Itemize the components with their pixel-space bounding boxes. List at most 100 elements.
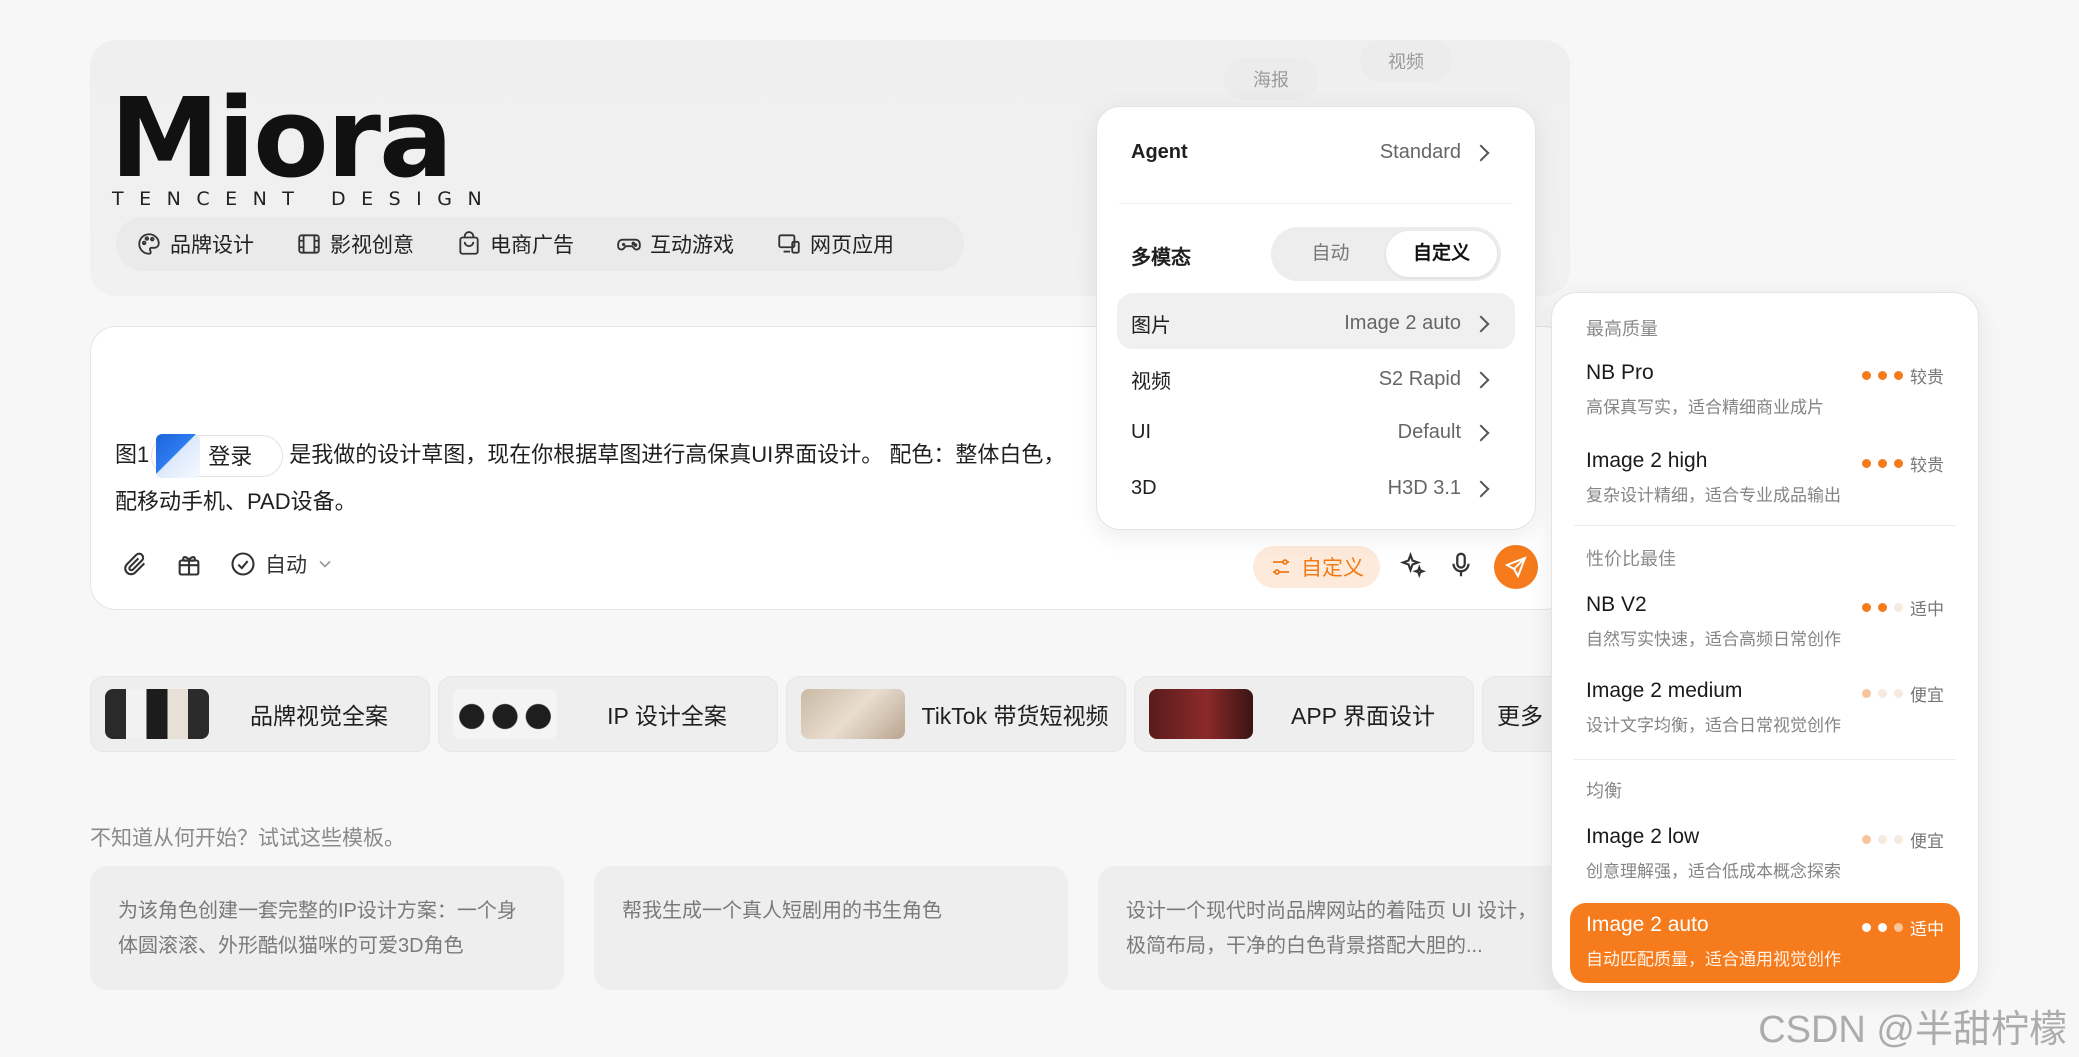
template-thumbnail xyxy=(105,689,209,739)
custom-label: 自定义 xyxy=(1301,557,1364,580)
category-tab-film[interactable]: 影视创意 xyxy=(296,229,414,259)
watermark: CSDN @半甜柠檬 xyxy=(1758,1009,2067,1051)
send-button[interactable] xyxy=(1494,545,1538,589)
model-desc: 高保真写实，适合精细商业成片 xyxy=(1586,398,1824,417)
modality-label: UI xyxy=(1131,421,1151,443)
floating-tag-video: 视频 xyxy=(1360,40,1452,82)
cost-indicator: 便宜 xyxy=(1862,827,1944,852)
agent-value: Standard xyxy=(1379,141,1461,163)
mode-select[interactable]: 自动 xyxy=(229,549,335,579)
model-desc: 自动匹配质量，适合通用视觉创作 xyxy=(1586,950,1841,969)
prompt-prefix: 图1 xyxy=(115,442,150,467)
category-tab-game[interactable]: 互动游戏 xyxy=(616,229,734,259)
model-option[interactable]: NB V2 自然写实快速，适合高频日常创作 适中 xyxy=(1586,593,1944,650)
chip-label: 登录 xyxy=(208,443,253,469)
model-option[interactable]: Image 2 low 创意理解强，适合低成本概念探索 便宜 xyxy=(1586,825,1944,882)
suggestion-card[interactable]: 设计一个现代时尚品牌网站的着陆页 UI 设计，极简布局，干净的白色背景搭配大胆的… xyxy=(1098,866,1572,990)
microphone-button[interactable] xyxy=(1446,550,1476,585)
template-label: TikTok 带货短视频 xyxy=(921,703,1109,729)
logo-tagline: TENCENT DESIGN xyxy=(112,188,498,210)
modality-value: H3D 3.1 xyxy=(1387,477,1461,499)
floating-tag-poster: 海报 xyxy=(1224,58,1318,100)
model-option[interactable]: NB Pro 高保真写实，适合精细商业成片 较贵 xyxy=(1586,361,1944,418)
category-tabs: 品牌设计 影视创意 电商广告 互动游戏 网页应用 xyxy=(116,217,964,271)
custom-settings-button[interactable]: 自定义 xyxy=(1253,546,1380,588)
cost-label: 适中 xyxy=(1910,920,1944,939)
cost-indicator: 较贵 xyxy=(1862,363,1944,388)
paperclip-icon[interactable] xyxy=(121,550,149,578)
divider xyxy=(1574,759,1956,760)
prompt-text[interactable]: 图1 登录 是我做的设计草图，现在你根据草图进行高保真UI界面设计。 配色：整体白色… xyxy=(115,431,1155,525)
reference-image-chip[interactable]: 登录 xyxy=(151,434,284,479)
modality-value: S2 Rapid xyxy=(1378,368,1461,390)
film-icon xyxy=(298,234,320,254)
sliders-icon xyxy=(1273,559,1289,575)
category-label: 网页应用 xyxy=(810,234,894,257)
devices-icon xyxy=(778,234,800,254)
seg-auto[interactable]: 自动 xyxy=(1275,231,1386,277)
modality-row-video[interactable]: 视频 S2 Rapid xyxy=(1131,365,1491,394)
agent-row[interactable]: Agent Standard xyxy=(1131,141,1491,164)
template-card[interactable]: IP 设计全案 xyxy=(438,676,778,752)
modality-label: 视频 xyxy=(1131,371,1171,393)
cost-indicator: 便宜 xyxy=(1862,681,1944,706)
divider xyxy=(1119,203,1513,204)
template-thumbnail xyxy=(1149,689,1253,739)
cost-label: 适中 xyxy=(1910,600,1944,619)
chevron-right-icon xyxy=(1472,480,1490,497)
sparkle-button[interactable] xyxy=(1398,550,1428,585)
modality-label: 3D xyxy=(1131,477,1157,499)
prompt-line1: 是我做的设计草图，现在你根据草图进行高保真UI界面设计。 配色：整体白色， xyxy=(289,442,1066,467)
cost-indicator: 较贵 xyxy=(1862,451,1944,476)
category-label: 电商广告 xyxy=(490,234,574,257)
model-option-selected[interactable]: Image 2 auto 自动匹配质量，适合通用视觉创作 适中 xyxy=(1570,903,1960,983)
category-tab-web[interactable]: 网页应用 xyxy=(776,229,894,259)
shopping-bag-icon xyxy=(459,231,479,255)
cost-indicator: 适中 xyxy=(1862,915,1944,940)
chevron-down-icon xyxy=(319,560,331,568)
modality-row-image[interactable]: 图片 Image 2 auto xyxy=(1131,309,1491,338)
check-circle-icon xyxy=(231,552,255,576)
suggestion-card[interactable]: 帮我生成一个真人短剧用的书生角色 xyxy=(594,866,1068,990)
chevron-right-icon xyxy=(1472,424,1490,441)
chevron-right-icon xyxy=(1472,371,1490,388)
model-desc: 设计文字均衡，适合日常视觉创作 xyxy=(1586,716,1841,735)
template-card[interactable]: 品牌视觉全案 xyxy=(90,676,430,752)
sparkle-icon xyxy=(1399,551,1427,578)
group-title: 均衡 xyxy=(1586,781,1622,801)
seg-custom[interactable]: 自定义 xyxy=(1386,231,1497,277)
category-tab-brand[interactable]: 品牌设计 xyxy=(136,229,254,259)
cost-label: 便宜 xyxy=(1910,832,1944,851)
logo-wordmark: Miora xyxy=(110,74,453,202)
template-label: APP 界面设计 xyxy=(1291,703,1435,729)
chevron-right-icon xyxy=(1472,144,1490,161)
model-option[interactable]: Image 2 medium 设计文字均衡，适合日常视觉创作 便宜 xyxy=(1586,679,1944,736)
model-option[interactable]: Image 2 high 复杂设计精细，适合专业成品输出 较贵 xyxy=(1586,449,1944,506)
gamepad-icon xyxy=(617,238,641,251)
template-thumbnail xyxy=(453,689,557,739)
group-title: 性价比最佳 xyxy=(1586,549,1676,569)
template-thumbnail xyxy=(801,689,905,739)
cost-indicator: 适中 xyxy=(1862,595,1944,620)
chevron-right-icon xyxy=(1472,315,1490,332)
category-label: 品牌设计 xyxy=(170,234,254,257)
send-icon xyxy=(1504,556,1527,579)
template-card[interactable]: APP 界面设计 xyxy=(1134,676,1474,752)
template-card[interactable]: TikTok 带货短视频 xyxy=(786,676,1126,752)
image-model-popover: 最高质量 NB Pro 高保真写实，适合精细商业成片 较贵 Image 2 hi… xyxy=(1551,292,1979,992)
modality-row-3d[interactable]: 3D H3D 3.1 xyxy=(1131,477,1491,500)
category-tab-ecommerce[interactable]: 电商广告 xyxy=(456,229,574,259)
template-hint: 不知道从何开始？试试这些模板。 xyxy=(90,827,405,850)
microphone-icon xyxy=(1452,552,1470,576)
gift-box-icon[interactable] xyxy=(175,550,203,578)
cost-label: 便宜 xyxy=(1910,686,1944,705)
model-desc: 复杂设计精细，适合专业成品输出 xyxy=(1586,486,1841,505)
settings-popover: Agent Standard 多模态 自动 自定义 图片 Image 2 aut… xyxy=(1096,106,1536,530)
selected-model-content: Image 2 auto 自动匹配质量，适合通用视觉创作 适中 xyxy=(1586,913,1944,970)
cost-label: 较贵 xyxy=(1910,368,1944,387)
suggestion-card[interactable]: 为该角色创建一套完整的IP设计方案：一个身体圆滚滚、外形酷似猫咪的可爱3D角色 xyxy=(90,866,564,990)
template-cards: 品牌视觉全案 IP 设计全案 TikTok 带货短视频 APP 界面设计 更多 xyxy=(90,676,1582,752)
multimodal-row: 多模态 xyxy=(1131,241,1191,270)
agent-label: Agent xyxy=(1131,141,1188,163)
modality-row-ui[interactable]: UI Default xyxy=(1131,421,1491,444)
